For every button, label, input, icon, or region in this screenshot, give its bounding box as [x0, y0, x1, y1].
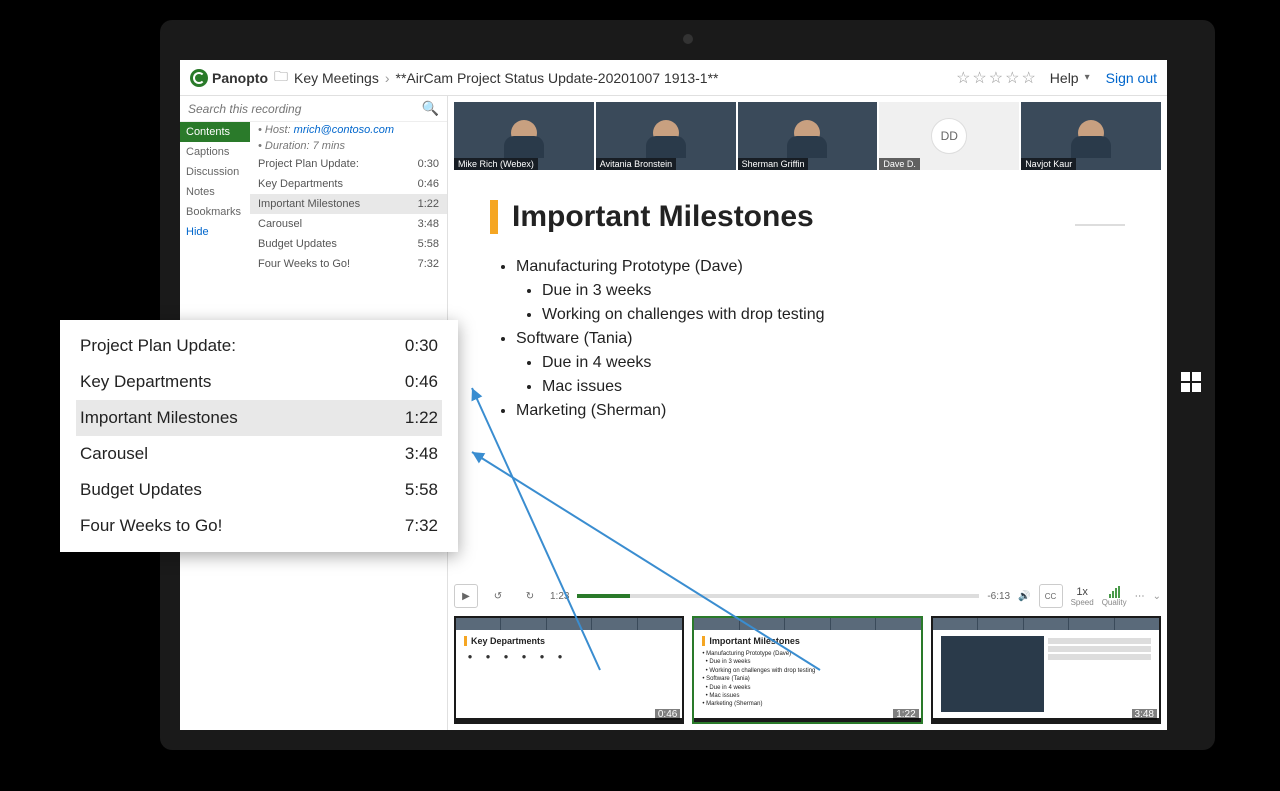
toc-item[interactable]: Project Plan Update:0:30 — [250, 154, 447, 174]
toc-item[interactable]: Key Departments0:46 — [250, 174, 447, 194]
star-icon[interactable]: ☆ — [1021, 68, 1035, 88]
toc-item[interactable]: Four Weeks to Go!7:32 — [250, 254, 447, 274]
chevron-right-icon: › — [385, 70, 390, 86]
star-icon[interactable]: ☆ — [956, 68, 970, 88]
breadcrumb-title: **AirCam Project Status Update-20201007 … — [396, 70, 719, 86]
callout-item[interactable]: Carousel3:48 — [76, 436, 442, 472]
callout-item[interactable]: Key Departments0:46 — [76, 364, 442, 400]
slide-bullet: Due in 4 weeks — [542, 354, 1125, 372]
callout-item[interactable]: Budget Updates5:58 — [76, 472, 442, 508]
play-button[interactable]: ▶ — [454, 584, 478, 608]
slide-thumbnail[interactable]: Important Milestones • Manufacturing Pro… — [692, 616, 922, 724]
more-menu-icon[interactable]: ⋯ — [1135, 591, 1145, 602]
slide-bullet: Manufacturing Prototype (Dave) — [516, 258, 1125, 276]
meta-host: • Host: mrich@contoso.com — [250, 122, 447, 138]
tab-discussion[interactable]: Discussion — [180, 162, 250, 182]
callout-item[interactable]: Important Milestones1:22 — [76, 400, 442, 436]
brand-text: Panopto — [212, 70, 268, 86]
help-menu[interactable]: Help — [1050, 70, 1079, 86]
search-input[interactable] — [188, 102, 422, 116]
panopto-logo[interactable]: Panopto — [190, 69, 268, 87]
folder-icon: 🗀 — [274, 66, 288, 90]
tab-notes[interactable]: Notes — [180, 182, 250, 202]
callout-item[interactable]: Four Weeks to Go!7:32 — [76, 508, 442, 544]
toc-item[interactable]: Important Milestones1:22 — [250, 194, 447, 214]
toc-item[interactable]: Carousel3:48 — [250, 214, 447, 234]
remaining-time: -6:13 — [987, 591, 1010, 602]
progress-bar[interactable] — [577, 594, 979, 598]
slide-bullet: Software (Tania) — [516, 330, 1125, 348]
slide-thumbnail[interactable]: 3:48 — [931, 616, 1161, 724]
slide-bullet: Mac issues — [542, 378, 1125, 396]
signout-link[interactable]: Sign out — [1106, 70, 1157, 86]
current-time: 1:23 — [550, 591, 569, 602]
tab-bookmarks[interactable]: Bookmarks — [180, 202, 250, 222]
participant-tile[interactable]: Avitania Bronstein — [596, 102, 736, 170]
breadcrumb-folder[interactable]: Key Meetings — [294, 70, 379, 86]
tablet-camera — [683, 34, 693, 44]
star-icon[interactable]: ☆ — [972, 68, 986, 88]
panopto-logo-icon — [190, 69, 208, 87]
tab-captions[interactable]: Captions — [180, 142, 250, 162]
toc-callout: Project Plan Update:0:30 Key Departments… — [60, 320, 458, 552]
host-email-link[interactable]: mrich@contoso.com — [294, 124, 394, 136]
main-content: Mike Rich (Webex) Avitania Bronstein She… — [448, 96, 1167, 730]
participant-tile[interactable]: Sherman Griffin — [738, 102, 878, 170]
search-icon[interactable]: 🔍 — [422, 100, 439, 117]
slide-title: Important Milestones — [490, 200, 1125, 234]
participant-tile[interactable]: DDDave D. — [879, 102, 1019, 170]
slide-bullet: Due in 3 weeks — [542, 282, 1125, 300]
callout-item[interactable]: Project Plan Update:0:30 — [76, 328, 442, 364]
tab-contents[interactable]: Contents — [180, 122, 250, 142]
search-row: 🔍 — [180, 96, 447, 122]
slide-bullet: Working on challenges with drop testing — [542, 306, 1125, 324]
volume-icon[interactable]: 🔊 — [1018, 591, 1030, 602]
windows-logo-icon — [1181, 372, 1201, 398]
tab-hide[interactable]: Hide — [180, 222, 250, 242]
participant-tile[interactable]: Navjot Kaur — [1021, 102, 1161, 170]
star-icon[interactable]: ☆ — [989, 68, 1003, 88]
current-slide: Important Milestones Manufacturing Proto… — [454, 176, 1161, 576]
rewind-10-button[interactable]: ↺ — [486, 584, 510, 608]
collapse-icon[interactable]: ⌄ — [1153, 591, 1161, 602]
player-controls: ▶ ↺ ↻ 1:23 -6:13 🔊 CC 1xSpeed Quality ⋯ … — [454, 582, 1161, 610]
speed-control[interactable]: 1xSpeed — [1071, 586, 1094, 607]
quality-control[interactable]: Quality — [1102, 586, 1127, 607]
rating-stars[interactable]: ☆ ☆ ☆ ☆ ☆ — [956, 68, 1036, 88]
slide-bullet: Marketing (Sherman) — [516, 402, 1125, 420]
star-icon[interactable]: ☆ — [1005, 68, 1019, 88]
meta-duration: • Duration: 7 mins — [250, 138, 447, 154]
slide-thumbnail[interactable]: Key Departments 0:46 — [454, 616, 684, 724]
participant-row: Mike Rich (Webex) Avitania Bronstein She… — [454, 102, 1161, 170]
top-bar: Panopto 🗀 Key Meetings › **AirCam Projec… — [180, 60, 1167, 96]
forward-10-button[interactable]: ↻ — [518, 584, 542, 608]
toc-item[interactable]: Budget Updates5:58 — [250, 234, 447, 254]
slide-thumbnails: Key Departments 0:46 Important Milestone… — [454, 616, 1161, 724]
slide-divider — [1075, 224, 1125, 226]
participant-tile[interactable]: Mike Rich (Webex) — [454, 102, 594, 170]
cc-button[interactable]: CC — [1039, 584, 1063, 608]
chevron-down-icon: ▾ — [1085, 72, 1090, 83]
